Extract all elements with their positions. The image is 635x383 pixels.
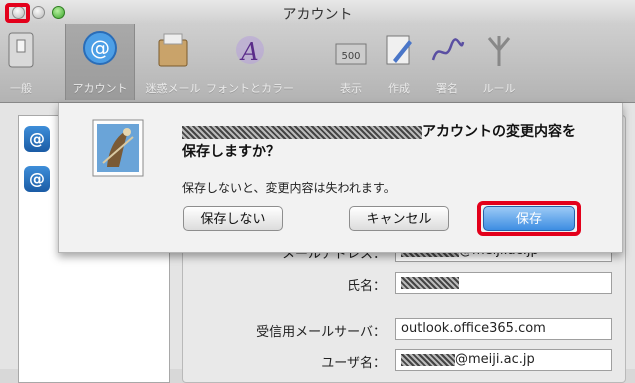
signature-icon bbox=[431, 38, 465, 61]
preferences-toolbar: 一般 @ アカウント 迷惑メール A フォントとカラー 500 表示 作成 署名… bbox=[0, 24, 635, 103]
save-button-highlight bbox=[477, 201, 581, 236]
toolbar-label: 迷惑メール bbox=[145, 82, 201, 95]
toolbar-label: 一般 bbox=[10, 82, 32, 95]
save-changes-dialog: アカウントの変更内容を 保存しますか？ 保存しないと、変更内容は失われます。 保… bbox=[58, 103, 623, 253]
title-bar: アカウント bbox=[0, 0, 635, 24]
toolbar-label: 作成 bbox=[388, 82, 410, 95]
toolbar-label: ルール bbox=[482, 82, 516, 95]
toolbar-item-compose[interactable]: 作成 bbox=[378, 24, 420, 100]
mail-stamp-icon bbox=[92, 119, 144, 177]
fullname-label: 氏名： bbox=[346, 279, 386, 294]
toolbar-label: 表示 bbox=[340, 82, 362, 95]
svg-text:500: 500 bbox=[341, 51, 360, 62]
toolbar-item-view[interactable]: 500 表示 bbox=[330, 24, 372, 100]
toolbar-item-rules[interactable]: ルール bbox=[474, 24, 524, 100]
dont-save-button[interactable]: 保存しない bbox=[183, 206, 283, 231]
account-icon[interactable]: @ bbox=[24, 126, 50, 152]
dialog-title: アカウントの変更内容を 保存しますか？ bbox=[182, 124, 576, 160]
toolbar-item-signatures[interactable]: 署名 bbox=[426, 24, 468, 100]
redacted-account-name bbox=[182, 125, 422, 139]
fullname-field[interactable] bbox=[395, 272, 612, 294]
compose-icon bbox=[386, 35, 412, 65]
username-field[interactable]: @meiji.ac.jp bbox=[395, 349, 612, 371]
svg-text:@: @ bbox=[90, 36, 110, 60]
svg-text:A: A bbox=[239, 38, 258, 66]
font-color-icon: A bbox=[236, 36, 264, 66]
toolbar-item-junk-mail[interactable]: 迷惑メール bbox=[137, 24, 209, 100]
toolbar-label: アカウント bbox=[72, 82, 128, 95]
toolbar-label: 署名 bbox=[436, 82, 458, 95]
switch-icon bbox=[8, 32, 34, 68]
toolbar-item-accounts[interactable]: @ アカウント bbox=[65, 24, 135, 100]
toolbar-item-general[interactable]: 一般 bbox=[2, 24, 40, 100]
username-label: ユーザ名： bbox=[321, 356, 386, 371]
account-icon[interactable]: @ bbox=[24, 166, 50, 192]
incoming-server-label: 受信用メールサーバ： bbox=[256, 325, 386, 340]
junk-mail-icon bbox=[158, 33, 188, 67]
toolbar-item-fonts-colors[interactable]: A フォントとカラー bbox=[200, 24, 300, 100]
toolbar-label[interactable]: フォントとカラー bbox=[200, 80, 300, 96]
dialog-message: 保存しないと、変更内容は失われます。 bbox=[182, 181, 396, 195]
view-icon: 500 bbox=[335, 43, 367, 65]
window-title: アカウント bbox=[282, 7, 353, 23]
rules-icon bbox=[487, 36, 511, 66]
cancel-button[interactable]: キャンセル bbox=[349, 206, 449, 231]
at-icon: @ bbox=[83, 31, 117, 65]
incoming-server-field[interactable]: outlook.office365.com bbox=[395, 318, 612, 340]
